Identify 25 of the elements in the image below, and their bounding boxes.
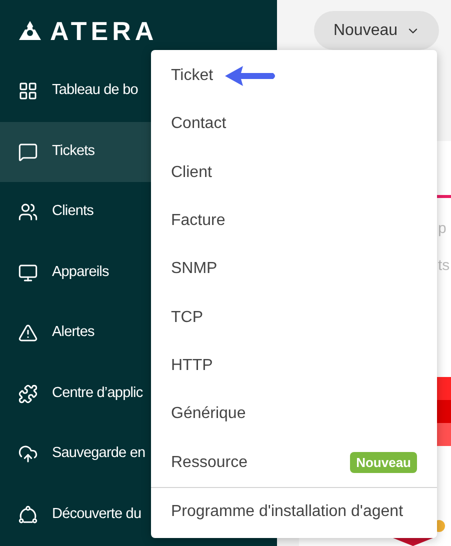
grid-icon [18,81,38,102]
new-badge: Nouveau [350,452,417,474]
cut-text: p [438,219,448,239]
logo-text: ATERA [50,18,158,44]
menu-item[interactable]: TCP [151,293,437,342]
heat-strip [436,423,451,446]
menu-item[interactable]: HTTP [151,342,437,390]
users-icon [18,202,38,222]
puzzle-icon [18,384,38,404]
warning-icon [18,323,38,344]
menu-item[interactable]: Facture [151,196,437,246]
cloud-upload-icon [18,444,38,464]
chat-icon [18,142,38,162]
heat-strip [436,377,451,400]
heat-strip [436,400,451,423]
menu-item[interactable]: Générique [151,390,437,438]
logo-icon [18,20,42,42]
network-icon [18,504,38,525]
cut-text: ts [438,256,451,276]
menu-item[interactable]: Programme d'installation d'agent [151,488,437,536]
new-button[interactable]: Nouveau [314,11,439,50]
menu-item[interactable]: Ticket [151,52,437,100]
menu-item[interactable]: SNMP [151,245,437,294]
menu-item[interactable]: Ressource Nouveau [151,438,437,487]
monitor-icon [18,262,38,283]
